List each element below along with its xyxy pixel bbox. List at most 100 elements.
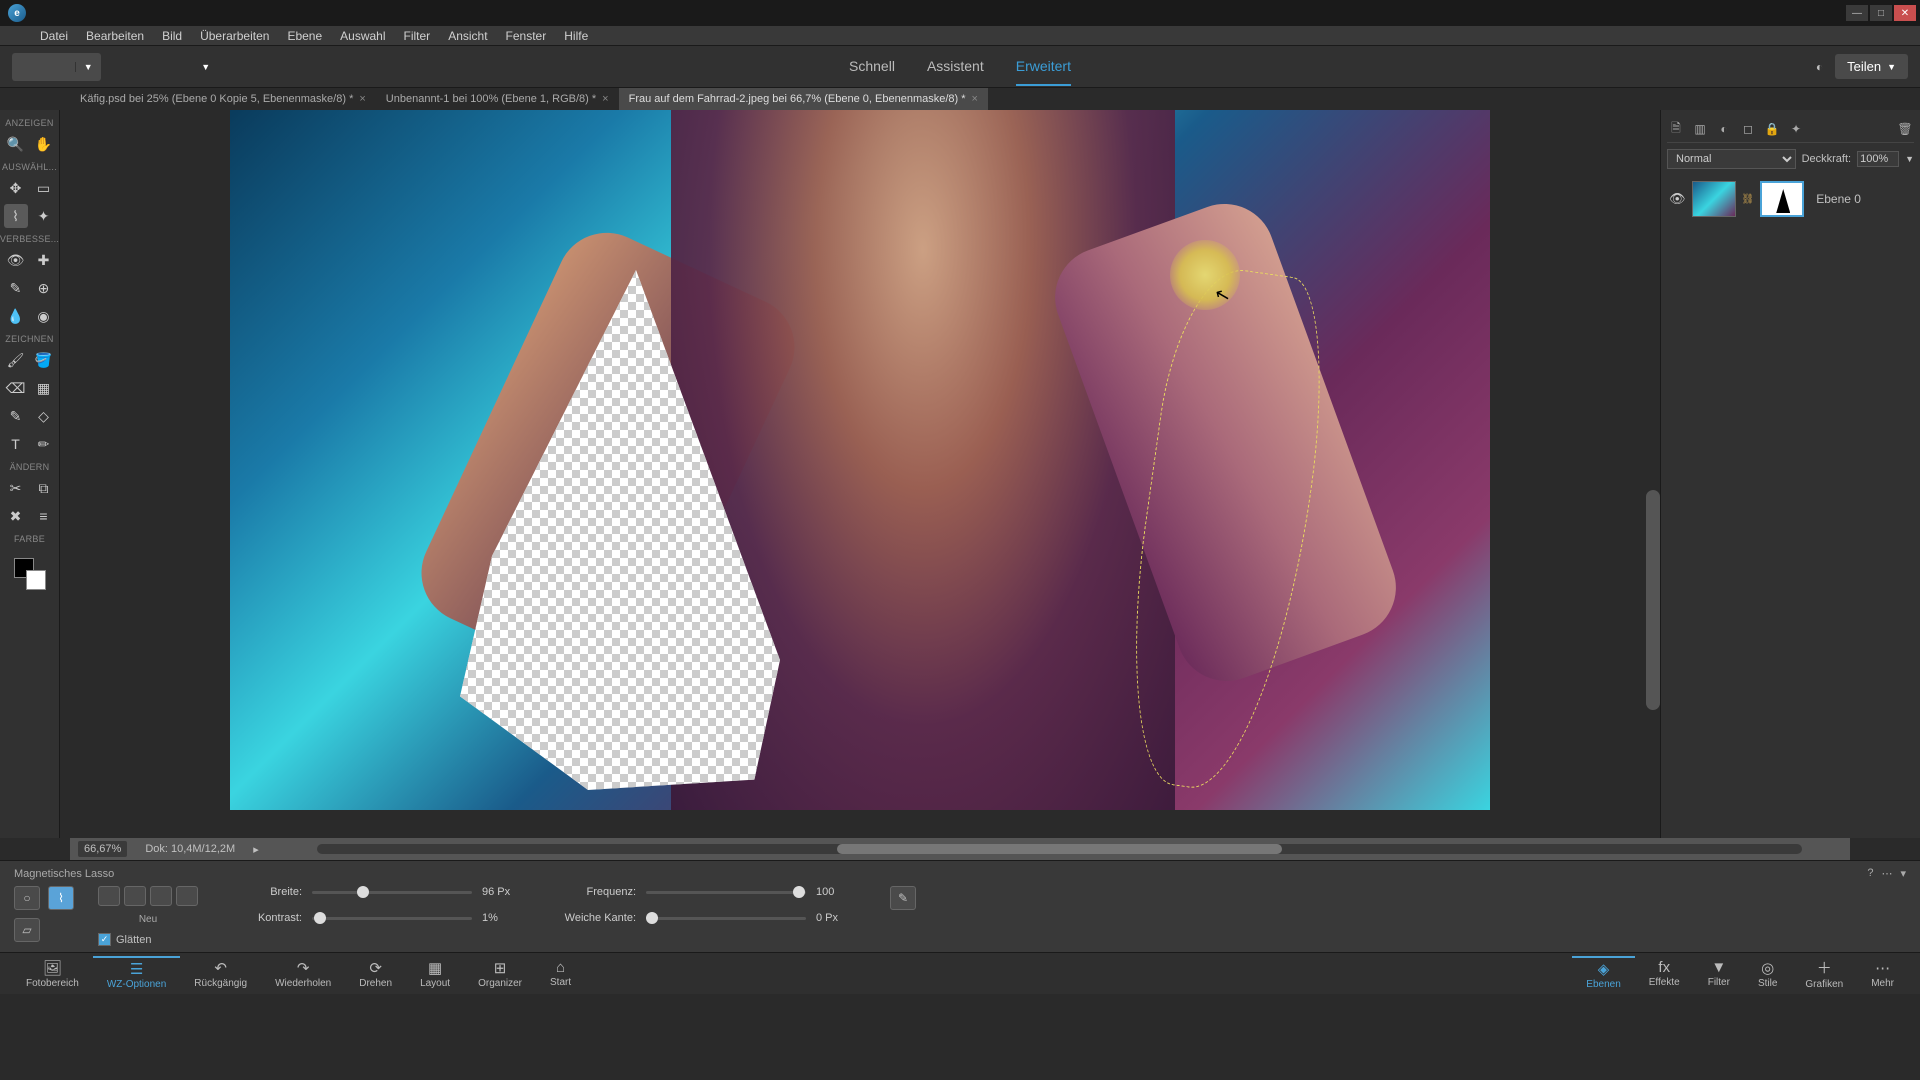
feather-slider[interactable] bbox=[646, 917, 806, 920]
lock-layer-icon[interactable]: 🔒 bbox=[1763, 120, 1781, 138]
crop-tool-icon[interactable]: ✂ bbox=[4, 476, 28, 500]
mode-tab-schnell[interactable]: Schnell bbox=[849, 48, 895, 86]
move-tool-icon[interactable]: ✥ bbox=[4, 176, 28, 200]
open-dropdown-arrow-icon[interactable]: ▼ bbox=[75, 62, 101, 72]
vertical-scrollbar[interactable] bbox=[1646, 490, 1660, 710]
smart-brush-tool-icon[interactable]: ✎ bbox=[4, 276, 28, 300]
menu-filter[interactable]: Filter bbox=[404, 29, 431, 43]
layer-thumbnail[interactable] bbox=[1692, 181, 1736, 217]
pencil-tool-icon[interactable]: ✏ bbox=[32, 432, 56, 456]
layer-mask-icon[interactable]: ◻ bbox=[1739, 120, 1757, 138]
collapse-panel-icon[interactable]: ▾ bbox=[1900, 867, 1906, 880]
window-maximize-button[interactable]: □ bbox=[1870, 5, 1892, 21]
lasso-variant-polygonal-icon[interactable]: ▱ bbox=[14, 918, 40, 942]
selection-new-icon[interactable] bbox=[98, 886, 120, 906]
nav-filter[interactable]: ▼Filter bbox=[1694, 959, 1744, 988]
nav-drehen[interactable]: ⟳Drehen bbox=[345, 959, 406, 989]
nav-effekte[interactable]: fxEffekte bbox=[1635, 959, 1694, 988]
close-tab-icon[interactable]: × bbox=[602, 93, 608, 105]
document-tab[interactable]: Käfig.psd bei 25% (Ebene 0 Kopie 5, Eben… bbox=[70, 88, 376, 110]
lasso-variant-freeform-icon[interactable]: ○ bbox=[14, 886, 40, 910]
horizontal-scrollbar[interactable] bbox=[317, 844, 1802, 854]
create-dropdown-arrow-icon[interactable]: ▼ bbox=[193, 62, 218, 72]
theme-toggle-icon[interactable]: ◐ bbox=[1816, 60, 1823, 74]
brush-tool-icon[interactable]: 🖌 bbox=[4, 348, 28, 372]
nav-fotobereich[interactable]: 🖼Fotobereich bbox=[12, 959, 93, 989]
nav-start[interactable]: ⌂Start bbox=[536, 959, 585, 988]
magic-wand-tool-icon[interactable]: ✦ bbox=[32, 204, 56, 228]
nav-rueckgaengig[interactable]: ↶Rückgängig bbox=[180, 959, 261, 989]
menu-hilfe[interactable]: Hilfe bbox=[564, 29, 588, 43]
close-tab-icon[interactable]: × bbox=[972, 93, 978, 105]
layer-visibility-icon[interactable]: 👁 bbox=[1669, 191, 1686, 207]
new-layer-icon[interactable]: 🗎 bbox=[1667, 120, 1685, 138]
nav-wiederholen[interactable]: ↷Wiederholen bbox=[261, 959, 345, 989]
clone-stamp-tool-icon[interactable]: ⊕ bbox=[32, 276, 56, 300]
sponge-tool-icon[interactable]: ◉ bbox=[32, 304, 56, 328]
scrollbar-thumb[interactable] bbox=[837, 844, 1283, 854]
document-tab[interactable]: Unbenannt-1 bei 100% (Ebene 1, RGB/8) * … bbox=[376, 88, 619, 110]
selection-subtract-icon[interactable] bbox=[150, 886, 172, 906]
content-move-tool-icon[interactable]: ✖ bbox=[4, 504, 28, 528]
spot-heal-tool-icon[interactable]: ✚ bbox=[32, 248, 56, 272]
width-slider[interactable] bbox=[312, 891, 472, 894]
layer-row[interactable]: 👁 ⛓ Ebene 0 bbox=[1667, 175, 1914, 223]
hand-tool-icon[interactable]: ✋ bbox=[32, 132, 56, 156]
frequency-slider[interactable] bbox=[646, 891, 806, 894]
recompose-tool-icon[interactable]: ⧉ bbox=[32, 476, 56, 500]
window-close-button[interactable]: ✕ bbox=[1894, 5, 1916, 21]
redeye-tool-icon[interactable]: 👁 bbox=[4, 248, 28, 272]
paint-bucket-tool-icon[interactable]: 🪣 bbox=[32, 348, 56, 372]
link-icon[interactable]: ⛓ bbox=[1742, 194, 1755, 205]
blend-mode-select[interactable]: Normal bbox=[1667, 149, 1796, 169]
nav-stile[interactable]: ◎Stile bbox=[1744, 959, 1791, 989]
create-button[interactable]: Erstellen ▼ bbox=[119, 53, 219, 81]
nav-wz-optionen[interactable]: ☰WZ-Optionen bbox=[93, 956, 180, 990]
color-picker-tool-icon[interactable]: ✎ bbox=[4, 404, 28, 428]
zoom-readout[interactable]: 66,67% bbox=[78, 841, 127, 857]
panel-menu-icon[interactable]: ⋯ bbox=[1881, 867, 1892, 880]
menu-auswahl[interactable]: Auswahl bbox=[340, 29, 385, 43]
help-icon[interactable]: ? bbox=[1867, 867, 1873, 880]
nav-mehr[interactable]: ⋯Mehr bbox=[1857, 959, 1908, 989]
text-tool-icon[interactable]: T bbox=[4, 432, 28, 456]
share-dropdown-arrow-icon[interactable]: ▼ bbox=[1887, 62, 1896, 72]
blur-tool-icon[interactable]: 💧 bbox=[4, 304, 28, 328]
opacity-arrow-icon[interactable]: ▼ bbox=[1905, 154, 1914, 164]
gradient-tool-icon[interactable]: ▦ bbox=[32, 376, 56, 400]
mode-tab-assistent[interactable]: Assistent bbox=[927, 48, 984, 86]
lasso-variant-magnetic-icon[interactable]: ⌇ bbox=[48, 886, 74, 910]
marquee-tool-icon[interactable]: ▭ bbox=[32, 176, 56, 200]
tablet-pressure-icon[interactable]: ✎ bbox=[890, 886, 916, 910]
delete-layer-icon[interactable]: 🗑 bbox=[1896, 120, 1914, 138]
layer-mask-thumbnail[interactable] bbox=[1760, 181, 1804, 217]
status-arrow-icon[interactable]: ▸ bbox=[253, 843, 259, 856]
menu-ansicht[interactable]: Ansicht bbox=[448, 29, 487, 43]
nav-ebenen[interactable]: ◈Ebenen bbox=[1572, 956, 1634, 990]
selection-add-icon[interactable] bbox=[124, 886, 146, 906]
straighten-tool-icon[interactable]: ≡ bbox=[32, 504, 56, 528]
background-color-swatch[interactable] bbox=[26, 570, 46, 590]
open-button[interactable]: Öffnen ▼ bbox=[12, 53, 101, 81]
selection-intersect-icon[interactable] bbox=[176, 886, 198, 906]
window-minimize-button[interactable]: — bbox=[1846, 5, 1868, 21]
document-tab[interactable]: Frau auf dem Fahrrad-2.jpeg bei 66,7% (E… bbox=[619, 88, 988, 110]
contrast-slider[interactable] bbox=[312, 917, 472, 920]
fx-icon[interactable]: ✦ bbox=[1787, 120, 1805, 138]
layer-group-icon[interactable]: ▥ bbox=[1691, 120, 1709, 138]
menu-ueberarbeiten[interactable]: Überarbeiten bbox=[200, 29, 269, 43]
adjustment-layer-icon[interactable]: ◐ bbox=[1715, 120, 1733, 138]
menu-ebene[interactable]: Ebene bbox=[287, 29, 322, 43]
lasso-tool-icon[interactable]: ⌇ bbox=[4, 204, 28, 228]
zoom-tool-icon[interactable]: 🔍 bbox=[4, 132, 28, 156]
opacity-input[interactable] bbox=[1857, 151, 1899, 167]
smooth-checkbox[interactable]: ✓ Glätten bbox=[98, 933, 198, 946]
mode-tab-erweitert[interactable]: Erweitert bbox=[1016, 48, 1071, 86]
nav-organizer[interactable]: ⊞Organizer bbox=[464, 959, 536, 989]
document-canvas[interactable]: ↖ bbox=[230, 110, 1490, 810]
nav-layout[interactable]: ▦Layout bbox=[406, 959, 464, 989]
shape-tool-icon[interactable]: ◇ bbox=[32, 404, 56, 428]
layer-name[interactable]: Ebene 0 bbox=[1816, 192, 1861, 206]
nav-grafiken[interactable]: ＋Grafiken bbox=[1791, 957, 1857, 990]
close-tab-icon[interactable]: × bbox=[359, 93, 365, 105]
